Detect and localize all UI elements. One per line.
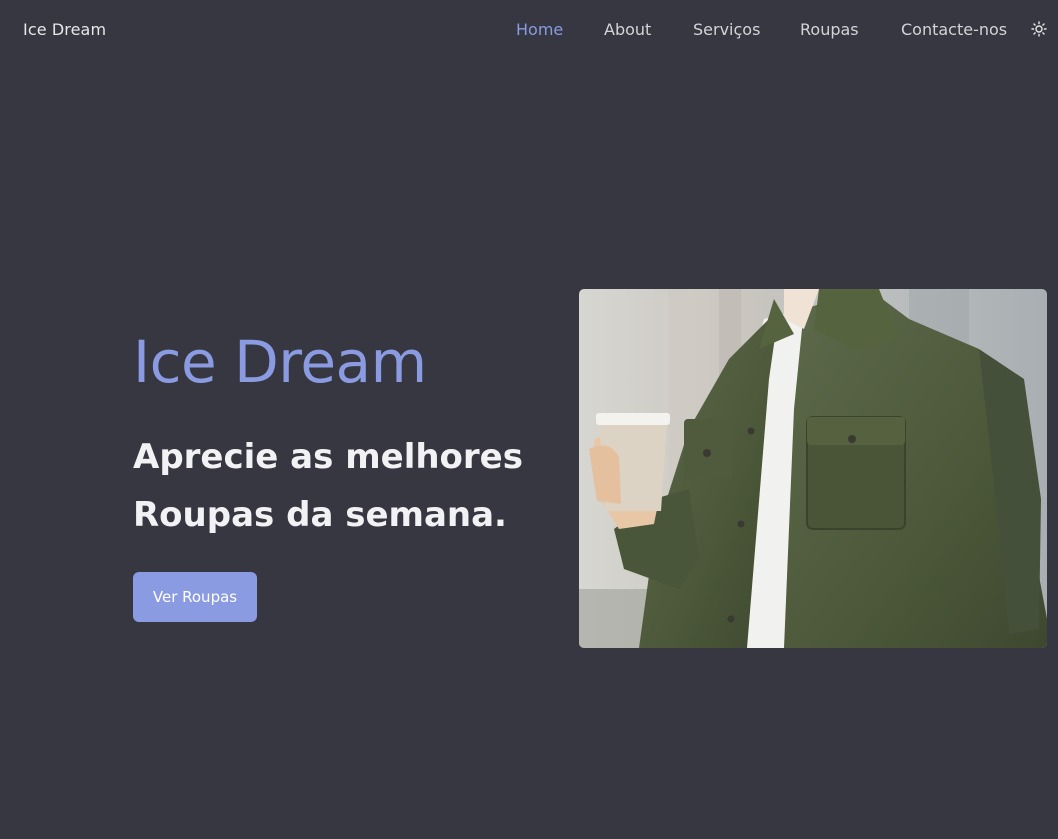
page: Ice Dream Home About Serviços Roupas Con… — [0, 0, 1058, 839]
person-jacket-photo — [579, 289, 1047, 648]
main-nav: Home About Serviços Roupas Contacte-nos — [0, 20, 1058, 44]
nav-link-servicos[interactable]: Serviços — [693, 20, 760, 39]
nav-link-contacte-nos[interactable]: Contacte-nos — [901, 20, 1007, 39]
hero-subtitle: Aprecie as melhores Roupas da semana. — [133, 437, 523, 535]
nav-link-home[interactable]: Home — [516, 20, 563, 39]
site-header: Ice Dream Home About Serviços Roupas Con… — [0, 0, 1058, 62]
hero-title: Ice Dream — [133, 328, 427, 396]
nav-link-roupas[interactable]: Roupas — [800, 20, 859, 39]
nav-link-about[interactable]: About — [604, 20, 651, 39]
sun-icon[interactable] — [1031, 21, 1047, 37]
hero-image — [579, 289, 1047, 648]
ver-roupas-button[interactable]: Ver Roupas — [133, 572, 257, 622]
